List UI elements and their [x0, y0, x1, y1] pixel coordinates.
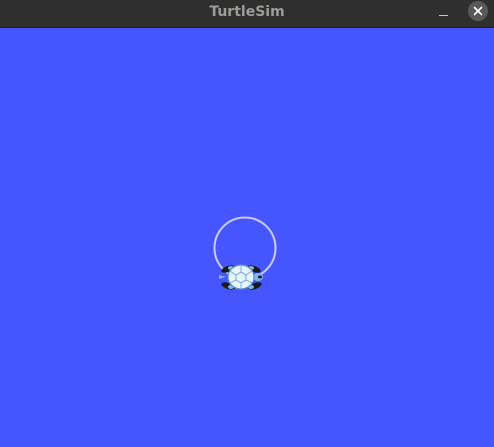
minimize-icon [439, 15, 448, 16]
turtlesim-window: TurtleSim [0, 0, 494, 447]
window-title: TurtleSim [209, 4, 285, 20]
close-button[interactable] [468, 1, 488, 21]
turtle-icon [219, 264, 263, 290]
canvas-drawing [213, 216, 277, 290]
turtle-canvas [0, 28, 494, 447]
minimize-button[interactable] [434, 4, 454, 24]
close-icon [473, 6, 483, 16]
title-bar[interactable]: TurtleSim [0, 0, 494, 28]
